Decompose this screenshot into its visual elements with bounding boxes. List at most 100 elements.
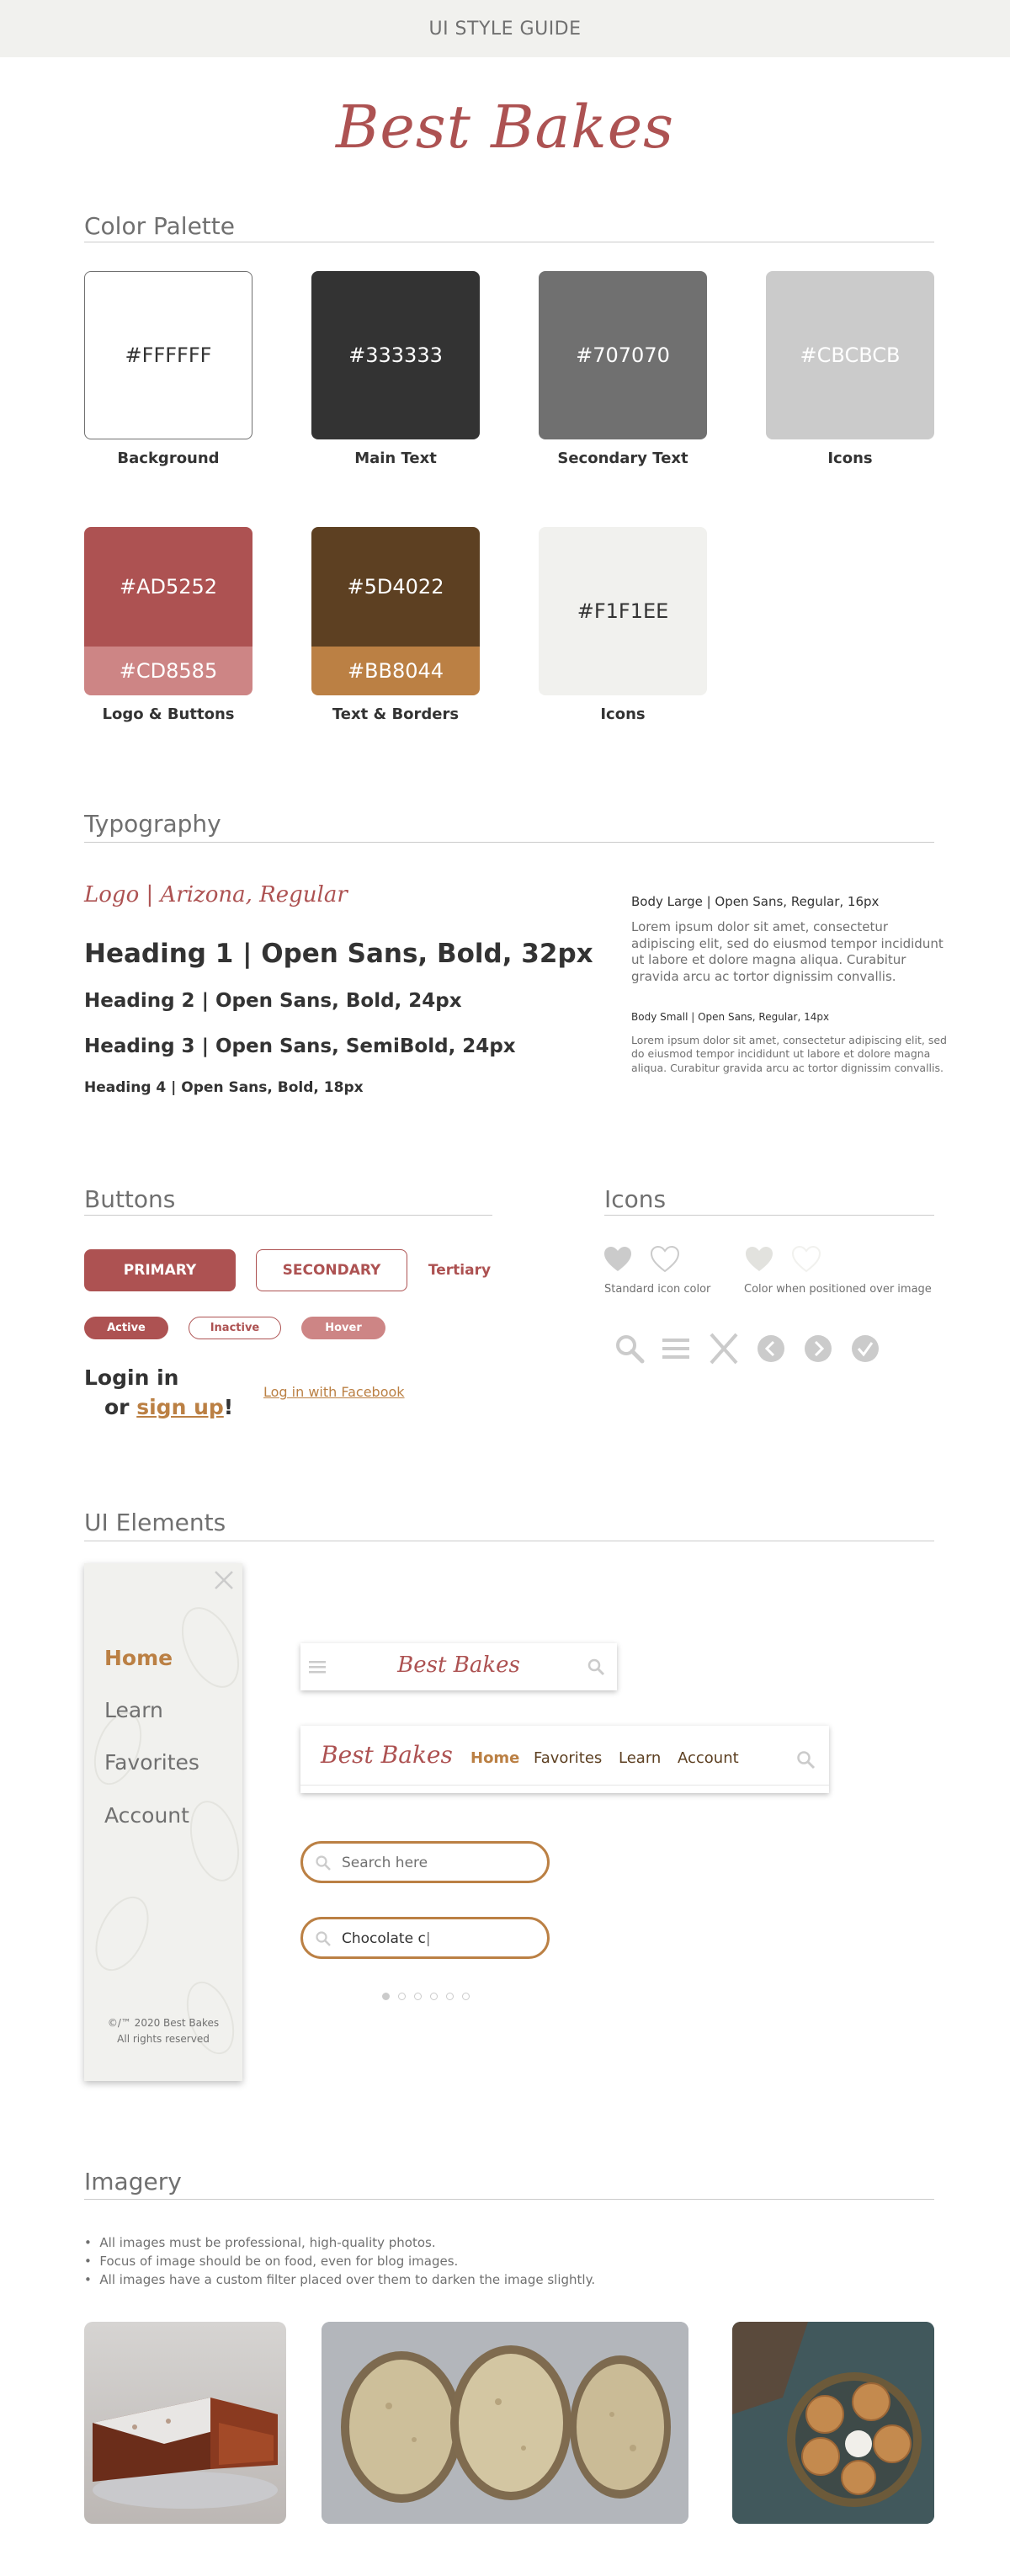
swatch-text-borders: #5D4022 #BB8044	[311, 527, 480, 695]
page-title: UI STYLE GUIDE	[428, 18, 582, 40]
body-small-label: Body Small | Open Sans, Regular, 14px	[631, 1011, 830, 1023]
sidebar-menu: Home Learn Favorites Account ©/™ 2020 Be…	[84, 1563, 242, 2081]
nav-item-learn[interactable]: Learn	[619, 1749, 661, 1767]
search-icon	[316, 1931, 331, 1946]
search-icon[interactable]	[614, 1333, 645, 1364]
search-icon	[316, 1855, 331, 1871]
search-icon[interactable]	[587, 1658, 605, 1676]
cookies-image	[732, 2322, 934, 2524]
carousel-dot[interactable]	[430, 1993, 438, 2000]
swatch-hex-secondary: #BB8044	[311, 647, 480, 695]
swatch-hex: #FFFFFF	[125, 343, 212, 367]
sidebar-footer: ©/™ 2020 Best Bakes All rights reserved	[84, 2015, 242, 2047]
swatch-label: Main Text	[354, 450, 437, 467]
swatch-hex: #5D4022	[311, 527, 480, 647]
divider	[84, 1215, 492, 1216]
heading-2-sample: Heading 2 | Open Sans, Bold, 24px	[84, 990, 462, 1012]
nav-item-account[interactable]: Account	[678, 1749, 739, 1767]
heading-4-sample: Heading 4 | Open Sans, Bold, 18px	[84, 1079, 364, 1096]
swatch-logo-buttons: #AD5252 #CD8585	[84, 527, 252, 695]
sidebar-item-account[interactable]: Account	[104, 1803, 189, 1828]
swatch-label: Secondary Text	[557, 450, 688, 467]
login-line-2: or sign up!	[104, 1395, 233, 1419]
heading-1-sample: Heading 1 | Open Sans, Bold, 32px	[84, 939, 593, 969]
icons-heading: Icons	[604, 1185, 667, 1213]
text-cursor: |	[425, 1930, 431, 1947]
typography-heading: Typography	[84, 810, 221, 838]
swatch-label: Background	[117, 450, 220, 467]
divider	[604, 1215, 934, 1216]
swatch-label: Logo & Buttons	[102, 705, 235, 723]
nav-item-home[interactable]: Home	[470, 1749, 519, 1767]
top-bar: UI STYLE GUIDE	[0, 0, 1010, 57]
facebook-login-link[interactable]: Log in with Facebook	[263, 1384, 405, 1400]
heart-outline-light-icon[interactable]	[791, 1246, 821, 1273]
guideline-text: Focus of image should be on food, even f…	[99, 2253, 459, 2269]
swatch-hex: #CBCBCB	[800, 343, 901, 367]
swatch-label: Icons	[600, 705, 646, 723]
chevron-right-icon[interactable]	[804, 1334, 832, 1363]
sign-up-link[interactable]: sign up	[136, 1395, 224, 1419]
close-icon[interactable]	[707, 1332, 741, 1365]
over-image-icon-caption: Color when positioned over image	[744, 1283, 932, 1296]
checkmark-icon[interactable]	[851, 1334, 880, 1363]
heart-filled-light-icon[interactable]	[744, 1246, 774, 1273]
nav-logo[interactable]: Best Bakes	[321, 1741, 453, 1769]
sidebar-item-home[interactable]: Home	[104, 1646, 173, 1670]
swatch-hex: #AD5252	[84, 527, 252, 647]
hover-pill[interactable]: Hover	[301, 1317, 385, 1339]
search-value-text: Chocolate c	[342, 1930, 426, 1947]
nav-item-favorites[interactable]: Favorites	[534, 1749, 602, 1767]
carousel-dot-active[interactable]	[382, 1993, 390, 2000]
cookies-photo	[732, 2322, 934, 2524]
swatch-main-text: #333333	[311, 271, 480, 439]
close-icon[interactable]	[214, 1570, 234, 1590]
search-icon[interactable]	[795, 1749, 816, 1770]
carousel-dot[interactable]	[414, 1993, 422, 2000]
cake-image	[93, 2398, 278, 2509]
swatch-icons-grey: #CBCBCB	[766, 271, 934, 439]
guideline-item: • All images have a custom filter placed…	[84, 2271, 596, 2287]
carousel-dot[interactable]	[462, 1993, 470, 2000]
bread-image	[322, 2322, 688, 2524]
tertiary-button[interactable]: Tertiary	[426, 1259, 493, 1281]
sidebar-item-favorites[interactable]: Favorites	[104, 1750, 199, 1775]
swatch-hex-secondary: #CD8585	[84, 647, 252, 695]
rights-text: All rights reserved	[117, 2033, 210, 2046]
search-value: Chocolate c|	[342, 1930, 431, 1947]
guideline-item: • All images must be professional, high-…	[84, 2235, 436, 2250]
carousel-dot[interactable]	[446, 1993, 454, 2000]
color-palette-heading: Color Palette	[84, 212, 235, 240]
carousel-dot[interactable]	[398, 1993, 406, 2000]
mobile-nav-bar: Best Bakes	[300, 1643, 617, 1690]
divider	[84, 842, 934, 843]
search-field-filled[interactable]: Chocolate c|	[300, 1917, 550, 1959]
swatch-hex: #F1F1EE	[577, 599, 669, 623]
sidebar-item-learn[interactable]: Learn	[104, 1698, 163, 1722]
swatch-background: #FFFFFF	[84, 271, 252, 439]
body-large-label: Body Large | Open Sans, Regular, 16px	[631, 894, 880, 909]
buttons-heading: Buttons	[84, 1185, 176, 1213]
primary-button[interactable]: PRIMARY	[84, 1249, 236, 1291]
ui-elements-heading: UI Elements	[84, 1509, 226, 1536]
menu-icon[interactable]	[661, 1337, 691, 1360]
search-field-empty[interactable]: Search here	[300, 1841, 550, 1883]
secondary-button[interactable]: SECONDARY	[256, 1249, 407, 1291]
nav-logo[interactable]: Best Bakes	[300, 1653, 617, 1678]
bread-photo	[322, 2322, 688, 2524]
logo-font-sample: Logo | Arizona, Regular	[84, 882, 348, 907]
login-exclamation: !	[223, 1395, 234, 1419]
heart-filled-icon[interactable]	[603, 1246, 633, 1273]
body-large-text: Lorem ipsum dolor sit amet, consectetur …	[631, 919, 944, 984]
login-prefix: Login in	[84, 1365, 179, 1390]
chevron-left-icon[interactable]	[757, 1334, 785, 1363]
swatch-hex: #333333	[348, 343, 443, 367]
imagery-heading: Imagery	[84, 2168, 182, 2195]
heart-outline-icon[interactable]	[650, 1246, 680, 1273]
guideline-text: All images must be professional, high-qu…	[99, 2235, 436, 2250]
active-pill[interactable]: Active	[84, 1317, 168, 1339]
swatch-hex: #707070	[576, 343, 670, 367]
inactive-pill[interactable]: Inactive	[189, 1317, 281, 1339]
divider	[84, 2199, 934, 2200]
login-or: or	[104, 1395, 130, 1419]
